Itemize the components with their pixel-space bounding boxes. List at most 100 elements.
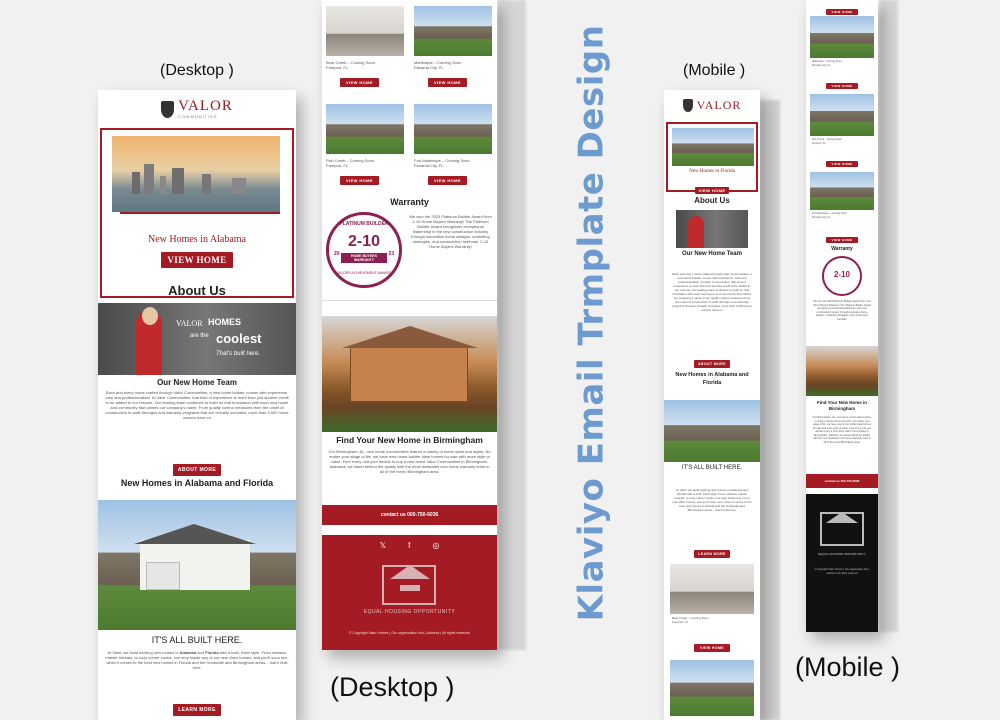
listing-1-text: Bear Creek – Coming Soon Freeport, FL [326, 60, 375, 70]
vertical-title: Klaviyo Email Trmplate Design [546, 8, 636, 638]
mobile-team-text: Each and every home crafted through Valo… [672, 272, 752, 312]
mobile-learn-more-button[interactable]: LEARN MORE [694, 550, 730, 558]
m2-contact-bar[interactable]: contact us 000-750-6036 [806, 474, 878, 488]
equal-housing-icon [382, 565, 436, 605]
m2-footer-text: © Copyright Valor Homes | Our organizati… [814, 568, 870, 575]
badge-top-text: PLATINUM BUILDER [339, 221, 389, 227]
m2-warranty-text: We won the 2023 Platinum Builder Award f… [812, 300, 872, 321]
team-heading: Our New Home Team [157, 378, 237, 387]
mobile-about-heading: About Us [694, 196, 730, 205]
hero-view-home-button[interactable]: VIEW HOME [161, 252, 233, 268]
m2-listing-photo-2 [810, 94, 874, 136]
mobile-banner [676, 210, 748, 248]
mobile-homes-heading: New Homes in Alabama and Florida [675, 372, 749, 386]
mobile-built-text: At Valor, we build exciting new homes in… [672, 488, 752, 512]
vertical-title-text: Klaviyo Email Trmplate Design [571, 24, 612, 622]
facebook-icon[interactable]: f [408, 541, 410, 550]
footer-block: 𝕏 f ◎ EQUAL HOUSING OPPORTUNITY © Copyri… [322, 535, 497, 650]
m2-find-heading: Find Your New Home in Birmingham [816, 400, 868, 411]
m2-warranty-heading: Warranty [831, 246, 853, 252]
m2-listing-photo-3 [810, 172, 874, 210]
mobile-listing-button[interactable]: VIEW HOME [693, 644, 731, 652]
footer-text: © Copyright Valor Homes | Our organizati… [349, 631, 470, 635]
twitter-icon[interactable]: 𝕏 [380, 541, 386, 550]
platinum-builder-badge: PLATINUM BUILDER 2-10 HOME BUYERS WARRAN… [326, 212, 402, 288]
desktop-email-part-2: Bear Creek – Coming Soon Freeport, FL Mar… [322, 0, 497, 650]
m2-listing-1-text: Martinique – Coming Soon Panama City, FL [812, 60, 842, 67]
about-heading: About Us [168, 283, 226, 298]
house-cutaway-illustration [322, 316, 497, 432]
banner-are: are the [190, 333, 209, 339]
label-mobile-bottom: (Mobile ) [795, 652, 901, 682]
m2-listing-3-button[interactable]: VIEW HOME [826, 237, 858, 243]
hero-block: New Homes in Alabama VIEW HOME [100, 128, 294, 298]
banner-coolest: coolest [216, 331, 262, 346]
desktop-email-part-1: VALOR COMMUNITIES New Homes in Alabama V… [98, 90, 296, 720]
listing-photo-3 [326, 104, 404, 154]
homes-heading: New Homes in Alabama and Florida [120, 478, 274, 488]
mobile-team-heading: Our New Home Team [682, 251, 742, 257]
m2-listing-photo-1 [810, 16, 874, 58]
badge-year-1: 20 [334, 251, 340, 257]
warranty-text: We won the 2023 Platinum Builder Award f… [409, 214, 492, 249]
banner-tag: That's built here. [216, 351, 261, 357]
mobile-hero-image [672, 128, 754, 166]
presentation-canvas: (Desktop ) (Mobile ) (Desktop ) (Mobile … [0, 0, 1000, 720]
m2-find-text: Our Birmingham, AL, new home communities… [812, 416, 872, 444]
instagram-icon[interactable]: ◎ [432, 541, 439, 550]
mobile-hero-block: New Homes in Florida VIEW HOME [666, 122, 758, 194]
mobile-built-heading: IT'S ALL BUILT HERE. [681, 465, 743, 471]
find-heading: Find Your New Home in Birmingham [336, 435, 483, 445]
listing-2-text: Martinique – Coming Soon Panama City, FL [414, 60, 462, 70]
m2-equal-housing-text: EQUAL HOUSING OPPORTUNITY [818, 552, 866, 556]
listing-3-text: Fish Creek – Coming Soon Freeport, FL [326, 158, 375, 168]
valor-logo-mobile: VALOR [664, 90, 760, 120]
garage-door [146, 562, 180, 590]
badge-bottom-text: BUILDER ACHIEVEMENT AWARDS [335, 271, 393, 275]
label-mobile-top: (Mobile ) [683, 62, 746, 79]
badge-mid-text: HOME BUYERS WARRANTY [341, 253, 387, 263]
listing-4-view-button[interactable]: VIEW HOME [428, 176, 467, 185]
listing-1-view-button[interactable]: VIEW HOME [340, 78, 379, 87]
listing-photo-4 [414, 104, 492, 154]
mobile-listing-photo [670, 564, 754, 614]
valor-logo: VALOR COMMUNITIES [98, 90, 296, 128]
listing-3-view-button[interactable]: VIEW HOME [340, 176, 379, 185]
contact-bar[interactable]: contact us 000-750-6036 [322, 505, 497, 525]
listing-photo-2 [414, 6, 492, 56]
warranty-heading: Warranty [390, 197, 429, 207]
shield-icon [682, 98, 693, 112]
badge-number: 2-10 [347, 233, 381, 250]
mobile-hero-title: New Homes in Florida [689, 169, 735, 174]
shadow-strip [498, 0, 526, 650]
divider [322, 300, 497, 301]
listing-photo-1 [326, 6, 404, 56]
house-photo [98, 500, 296, 630]
m2-listing-1-button[interactable]: VIEW HOME [826, 83, 858, 89]
shadow-strip [880, 0, 898, 632]
about-more-button[interactable]: ABOUT MORE [172, 464, 222, 476]
m2-badge: 2-10 [822, 256, 862, 296]
label-desktop-top: (Desktop ) [160, 62, 234, 79]
mobile-about-more-button[interactable]: ABOUT MORE [694, 360, 730, 368]
m2-listing-2-text: Fish Creek – Coming Soon Freeport, FL [812, 138, 843, 145]
label-desktop-bottom: (Desktop ) [330, 672, 455, 702]
m2-listing-3-text: Fort Martinique – Coming Soon Panama City… [812, 212, 847, 219]
logo-text: VALOR [178, 98, 233, 114]
house-roof [134, 524, 256, 544]
listing-2-view-button[interactable]: VIEW HOME [428, 78, 467, 87]
m2-top-button[interactable]: VIEW HOME [826, 9, 858, 15]
learn-more-button[interactable]: LEARN MORE [173, 704, 221, 716]
badge-year-2: 23 [388, 251, 394, 257]
m2-listing-2-button[interactable]: VIEW HOME [826, 161, 858, 167]
built-heading: IT'S ALL BUILT HERE. [151, 635, 243, 645]
m2-footer-block: EQUAL HOUSING OPPORTUNITY © Copyright Va… [806, 494, 878, 632]
m2-badge-number: 2-10 [833, 270, 850, 279]
logo-sub: COMMUNITIES [178, 114, 218, 119]
mobile-email-part-1: VALOR New Homes in Florida VIEW HOME Abo… [664, 90, 760, 720]
team-text: Each and every home crafted through Valo… [105, 390, 289, 420]
mobile-email-part-2: VIEW HOME Martinique – Coming Soon Panama… [806, 0, 878, 632]
listing-4-text: Fort Martinique – Coming Soon Panama City… [414, 158, 470, 168]
mobile-hero-button[interactable]: VIEW HOME [694, 187, 730, 194]
shield-icon [161, 100, 175, 118]
